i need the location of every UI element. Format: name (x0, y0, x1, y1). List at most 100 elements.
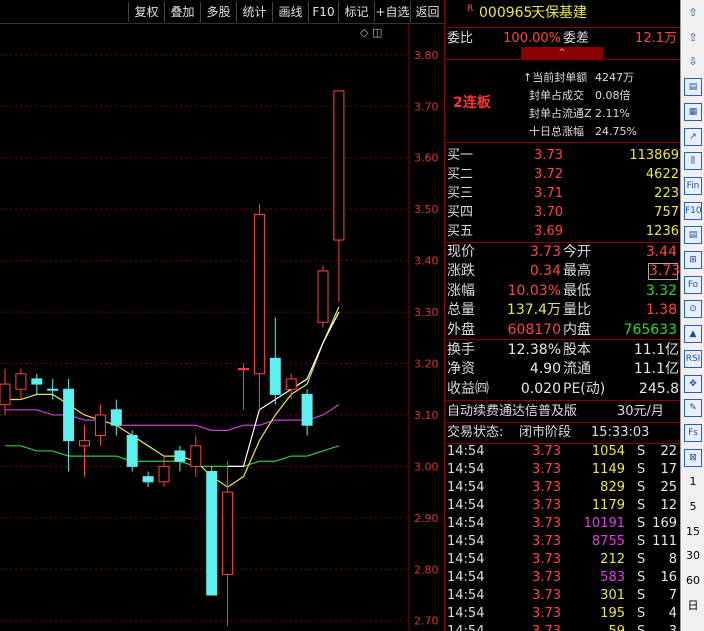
tick-count: 25 (660, 480, 677, 495)
tick-price: 3.73 (532, 516, 561, 531)
tick-count: 17 (660, 462, 677, 477)
fs-icon[interactable]: Fs (684, 423, 702, 442)
tick-time: 14:54 (447, 462, 485, 477)
quote-panel: R 000965 天保基建 委比 100.00% 委差 12.1万 ^ 2连板 … (444, 0, 681, 631)
chart-line-icon[interactable]: ↗ (684, 127, 702, 146)
candle-body (110, 409, 122, 426)
tick-row[interactable]: 14:54 3.73 212 S 8 (445, 551, 681, 569)
fundamental-row: 换手 12.38% 股本 11.1亿 (445, 341, 681, 360)
ma-white-line (227, 311, 340, 467)
rsi-icon[interactable]: RSI (684, 349, 702, 368)
candle-body (333, 90, 345, 241)
kline-chart[interactable]: 3.80 3.70 3.60 3.50 3.40 3.30 3.20 3.10 3.00 2.90… (0, 24, 444, 631)
fo-icon[interactable]: Fo (684, 275, 702, 294)
tick-row[interactable]: 14:54 3.73 829 S 25 (445, 479, 681, 497)
indicator-icon[interactable]: ▲ (684, 325, 702, 344)
tick-count: 12 (660, 498, 677, 513)
buy-level-label: 买一 (447, 148, 474, 163)
arrow-up-icon[interactable]: ⇧ (684, 4, 702, 22)
seal-line-value: 4247万 (595, 71, 634, 84)
fundamental-row: 净资 4.90 流通 11.1亿 (445, 360, 681, 379)
period-1-icon[interactable]: 1 (684, 473, 702, 491)
quote-label: 最低 (563, 282, 591, 299)
tick-row[interactable]: 14:54 3.73 1179 S 12 (445, 497, 681, 515)
refresh-icon[interactable]: ⊠ (684, 448, 702, 467)
tick-row[interactable]: 14:54 3.73 1054 S 22 (445, 443, 681, 461)
tick-count: 169 (652, 516, 677, 531)
quote-label: 总量 (447, 302, 475, 319)
tick-row[interactable]: 14:54 3.73 1149 S 17 (445, 461, 681, 479)
buy-level-row[interactable]: 买二 3.72 4622 (445, 165, 681, 184)
tick-row[interactable]: 14:54 3.73 301 S 7 (445, 587, 681, 605)
promo-price[interactable]: 30元/月 (617, 402, 664, 421)
promo-text[interactable]: 自动续费通达信普及版 (447, 402, 577, 421)
tick-volume: 1054 (591, 444, 625, 459)
arrow-up-icon[interactable]: ⇧ (684, 29, 702, 47)
tick-time: 14:54 (447, 552, 485, 567)
tick-volume: 1179 (591, 498, 625, 513)
tick-time: 14:54 (447, 623, 484, 631)
buy-level-label: 买二 (447, 167, 474, 182)
tick-volume: 1149 (591, 462, 625, 477)
back-button[interactable]: 返回 (410, 2, 444, 22)
price-axis-label: 2.70 (414, 615, 439, 628)
kline-chart-svg[interactable]: 3.80 3.70 3.60 3.50 3.40 3.30 3.20 3.10 3.00 2.90… (0, 24, 444, 631)
doc-icon[interactable]: ▤ (684, 226, 702, 245)
list-icon[interactable]: ▤ (684, 78, 702, 97)
fundamental-value: 11.1亿 (633, 342, 679, 358)
grid-icon[interactable]: ▦ (684, 102, 702, 121)
bar-icon[interactable]: ⫼ (684, 152, 702, 171)
collapse-tab[interactable]: ^ (521, 47, 603, 59)
weibi-value: 100.00% (503, 31, 561, 46)
mark-button[interactable]: 标记 (338, 2, 374, 22)
move-icon[interactable]: ✥ (684, 374, 702, 393)
period-60-icon[interactable]: 60 (684, 572, 702, 590)
overlay-button[interactable]: 叠加 (164, 2, 200, 22)
tick-price: 3.73 (515, 623, 561, 631)
tick-row[interactable]: 14:54 3.73 10191 S 169 (445, 515, 681, 533)
promo-banner[interactable]: 自动续费通达信普及版 30元/月 (445, 402, 681, 421)
table-icon[interactable]: ⊞ (684, 251, 702, 269)
tick-time: 14:54 (447, 498, 485, 513)
tick-row[interactable]: 14:54 3.73 8755 S 111 (445, 533, 681, 551)
quote-value: 3.73 (529, 244, 561, 260)
multi-stock-button[interactable]: 多股 (200, 2, 236, 22)
tick-price: 3.73 (532, 588, 561, 603)
buy-level-row[interactable]: 买三 3.71 223 (445, 184, 681, 203)
period-30-icon[interactable]: 30 (684, 547, 702, 565)
buy-level-volume: 113869 (629, 148, 679, 163)
fin-icon[interactable]: Fin (684, 176, 702, 195)
add-watchlist-button[interactable]: +自选 (374, 2, 410, 22)
quote-label: 今开 (563, 244, 591, 260)
target-icon[interactable]: ⊙ (684, 300, 702, 319)
period-5-icon[interactable]: 5 (684, 498, 702, 516)
trade-status-label: 交易状态: (447, 425, 504, 440)
price-axis-label: 3.80 (414, 49, 439, 62)
f10-button[interactable]: F10 (308, 2, 338, 22)
period-15-icon[interactable]: 15 (684, 523, 702, 541)
seal-line-label: 十日总涨幅 (529, 125, 584, 138)
candle-body (317, 270, 329, 323)
tick-row[interactable]: 14:543.7359S3 (445, 623, 681, 631)
pencil-icon[interactable]: ✎ (684, 399, 702, 418)
period-day-icon[interactable]: 日 (684, 597, 702, 615)
fundamental-label: 流通 (563, 361, 591, 378)
tick-price: 3.73 (532, 570, 561, 585)
trade-status-time: 15:33:03 (591, 425, 650, 440)
fuquan-button[interactable]: 复权 (128, 2, 164, 22)
seal-line-value: 2.11% (595, 107, 630, 120)
quote-label: 涨跌 (447, 263, 475, 280)
tick-row[interactable]: 14:54 3.73 583 S 16 (445, 569, 681, 587)
weibi-label: 委比 (447, 31, 474, 46)
f10-icon[interactable]: F10 (684, 201, 702, 220)
tick-volume: 829 (600, 480, 625, 495)
draw-line-button[interactable]: 画线 (272, 2, 308, 22)
seal-line: 封单占流通Z 2.11% (445, 105, 681, 123)
chart-corner-icons[interactable]: ◇ ◫ (360, 26, 382, 39)
statistics-button[interactable]: 统计 (236, 2, 272, 22)
buy-level-row[interactable]: 买五 3.69 1236 (445, 222, 681, 241)
tick-row[interactable]: 14:54 3.73 195 S 4 (445, 605, 681, 623)
arrow-down-icon[interactable]: ⇩ (684, 53, 702, 71)
buy-level-row[interactable]: 买一 3.73 113869 (445, 146, 681, 165)
buy-level-row[interactable]: 买四 3.70 757 (445, 203, 681, 222)
